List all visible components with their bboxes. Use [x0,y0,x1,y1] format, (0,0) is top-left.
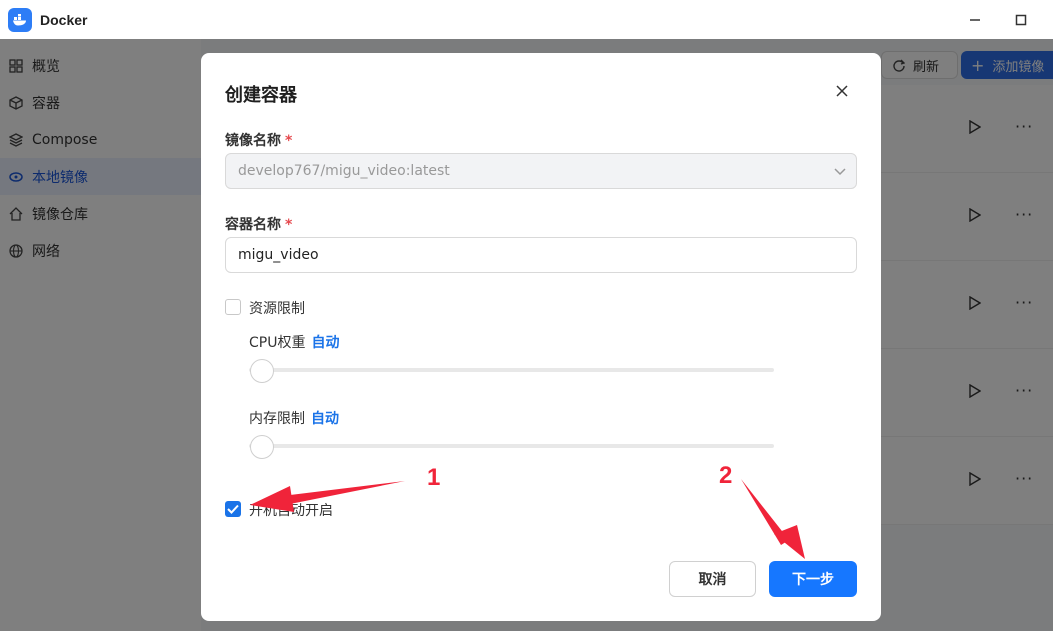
resource-limit-label: 资源限制 [249,301,305,317]
maximize-icon[interactable] [1009,8,1033,32]
image-name-select[interactable]: develop767/migu_video:latest [225,153,857,189]
cancel-button[interactable]: 取消 [669,561,756,597]
create-container-dialog: 创建容器 镜像名称 * develop767/migu_video:latest … [201,53,881,621]
container-name-input[interactable] [225,237,857,273]
memory-limit-label: 内存限制 自动 [249,408,339,428]
memory-limit-value: 自动 [311,411,339,427]
title-bar: Docker [0,0,1053,39]
minimize-icon[interactable] [963,8,987,32]
check-icon [227,504,239,514]
chevron-down-icon [834,165,846,181]
annotation-marker-1: 1 [427,464,441,491]
cpu-weight-value: 自动 [311,335,340,351]
cpu-weight-label: CPU权重 自动 [249,332,339,352]
cpu-weight-slider-thumb[interactable] [250,359,274,383]
memory-limit-label-text: 内存限制 [249,411,305,427]
required-mark: * [285,133,293,149]
image-name-label: 镜像名称 * [225,130,292,150]
app-title: Docker [40,11,88,28]
dialog-title: 创建容器 [225,85,297,106]
annotation-marker-2: 2 [719,462,733,489]
cpu-weight-label-text: CPU权重 [249,335,306,351]
docker-app-icon [8,7,32,32]
image-name-label-text: 镜像名称 [225,133,281,149]
memory-limit-slider-thumb[interactable] [250,435,274,459]
required-mark: * [285,217,293,233]
next-step-button[interactable]: 下一步 [769,561,857,597]
container-name-label-text: 容器名称 [225,217,281,233]
autostart-checkbox[interactable] [225,501,241,517]
memory-limit-slider-track[interactable] [249,444,774,448]
image-name-value: develop767/migu_video:latest [238,163,450,179]
autostart-label: 开机自动开启 [249,503,333,519]
container-name-label: 容器名称 * [225,214,292,234]
close-icon[interactable] [835,83,851,99]
cpu-weight-slider-track[interactable] [249,368,774,372]
resource-limit-checkbox[interactable] [225,299,241,315]
